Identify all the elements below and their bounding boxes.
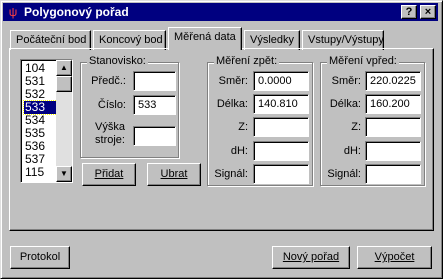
vpred-smer-field[interactable]: 220.0225 bbox=[365, 71, 421, 91]
vpred-signal-field[interactable] bbox=[365, 164, 421, 184]
window-title: Polygonový pořad bbox=[24, 5, 129, 19]
new-traverse-button-label: Nový pořad bbox=[282, 251, 340, 263]
tab-koncovy-bod[interactable]: Koncový bod bbox=[93, 30, 166, 50]
zpet-signal-label: Signál: bbox=[214, 168, 248, 180]
polygon-app-icon: ψ bbox=[8, 5, 18, 19]
zpet-delka-field[interactable]: 140.810 bbox=[253, 94, 309, 114]
new-traverse-button[interactable]: Nový pořad bbox=[272, 246, 350, 269]
arrow-down-icon: ▼ bbox=[60, 169, 68, 178]
mereni-vpred-title: Měření vpřed: bbox=[327, 55, 399, 67]
scroll-up-button[interactable]: ▲ bbox=[56, 60, 72, 76]
protocol-button[interactable]: Protokol bbox=[10, 246, 70, 269]
tab-vysledky[interactable]: Výsledky bbox=[244, 30, 300, 50]
list-item[interactable]: 115 bbox=[24, 166, 57, 179]
zpet-z-field[interactable] bbox=[253, 117, 309, 137]
zpet-signal-field[interactable] bbox=[253, 164, 309, 184]
predc-label: Předč.: bbox=[91, 75, 126, 87]
compute-button[interactable]: Výpočet bbox=[357, 246, 432, 269]
compute-button-label: Výpočet bbox=[374, 251, 415, 263]
stanovisko-title: Stanovisko: bbox=[87, 55, 148, 67]
tab-pocatecni-bod[interactable]: Počáteční bod bbox=[10, 30, 91, 50]
zpet-dh-label: dH: bbox=[230, 145, 248, 157]
vpred-dh-field[interactable] bbox=[365, 141, 421, 161]
remove-button[interactable]: Ubrat bbox=[147, 163, 201, 186]
vyska-stroje-field[interactable] bbox=[133, 126, 176, 146]
vpred-z-label: Z: bbox=[351, 121, 361, 133]
vpred-delka-label: Délka: bbox=[329, 98, 361, 110]
zpet-smer-label: Směr: bbox=[218, 75, 248, 87]
cislo-label: Číslo: bbox=[97, 99, 126, 111]
protocol-button-label: Protokol bbox=[19, 251, 61, 263]
predc-field[interactable] bbox=[133, 71, 176, 91]
vyska-label-line1: Výška bbox=[95, 121, 125, 133]
vpred-smer-label: Směr: bbox=[331, 75, 361, 87]
tab-merena-data[interactable]: Měřená data bbox=[168, 27, 242, 50]
help-button[interactable]: ? bbox=[401, 5, 417, 19]
vpred-signal-label: Signál: bbox=[327, 168, 361, 180]
title-bar[interactable]: ψ Polygonový pořad ? × bbox=[3, 3, 438, 21]
close-button[interactable]: × bbox=[420, 5, 436, 19]
vpred-dh-label: dH: bbox=[343, 145, 361, 157]
vpred-delka-field[interactable]: 160.200 bbox=[365, 94, 421, 114]
mereni-zpet-title: Měření zpět: bbox=[214, 55, 280, 67]
zpet-dh-field[interactable] bbox=[253, 141, 309, 161]
scroll-thumb[interactable] bbox=[56, 76, 72, 92]
tab-vstupy-vystupy[interactable]: Vstupy/Výstupy bbox=[302, 30, 384, 50]
scroll-down-button[interactable]: ▼ bbox=[56, 166, 72, 182]
vyska-label-line2: stroje: bbox=[95, 134, 125, 146]
arrow-up-icon: ▲ bbox=[60, 63, 68, 72]
remove-button-label: Ubrat bbox=[160, 168, 188, 180]
zpet-z-label: Z: bbox=[238, 121, 248, 133]
cislo-field[interactable]: 533 bbox=[133, 95, 176, 115]
zpet-delka-label: Délka: bbox=[216, 98, 248, 110]
list-scrollbar[interactable]: ▲ ▼ bbox=[56, 60, 72, 182]
add-button[interactable]: Přidat bbox=[82, 163, 136, 186]
add-button-label: Přidat bbox=[94, 168, 124, 180]
zpet-smer-field[interactable]: 0.0000 bbox=[253, 71, 309, 91]
vpred-z-field[interactable] bbox=[365, 117, 421, 137]
